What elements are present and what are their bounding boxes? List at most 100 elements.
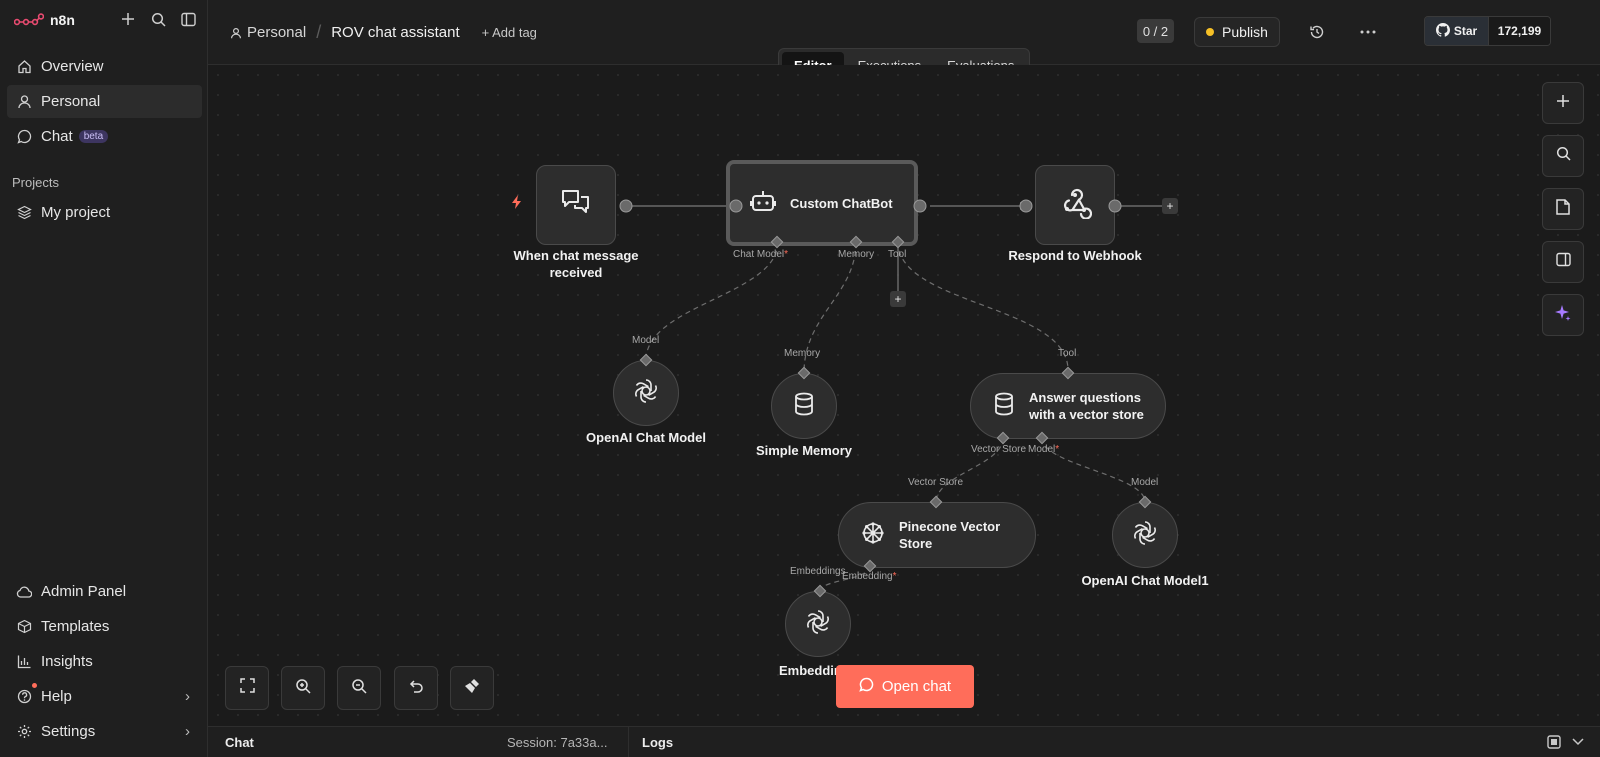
breadcrumb-owner[interactable]: Personal	[247, 24, 306, 41]
zoom-in-button[interactable]	[281, 666, 325, 710]
sidebar-item-label: Insights	[41, 653, 93, 670]
port-diamond	[891, 235, 905, 249]
chevron-right-icon: ›	[185, 688, 190, 705]
search-icon	[1556, 146, 1571, 166]
zoom-in-icon	[295, 678, 311, 699]
sticky-note-tool[interactable]	[1542, 188, 1584, 230]
more-options-icon[interactable]	[1358, 22, 1378, 42]
undo-button[interactable]	[394, 666, 438, 710]
open-chat-button[interactable]: Open chat	[836, 665, 974, 708]
status-dot	[1206, 28, 1215, 36]
port-diamond	[1138, 495, 1152, 509]
user-icon	[16, 94, 32, 110]
open-chat-label: Open chat	[881, 678, 952, 695]
sidebar-item-my-project[interactable]: My project	[7, 196, 202, 229]
popout-icon[interactable]	[1546, 734, 1562, 750]
box-icon	[16, 619, 32, 635]
output-handle	[913, 199, 927, 213]
user-icon	[230, 27, 242, 39]
sidebar-item-label: Templates	[41, 618, 110, 635]
search-icon[interactable]	[149, 10, 167, 28]
sidebar-item-insights[interactable]: Insights	[7, 645, 202, 678]
github-star-button[interactable]: Star 172,199	[1424, 16, 1551, 46]
history-icon[interactable]	[1307, 22, 1327, 42]
chevron-right-icon: ›	[185, 723, 190, 740]
sidebar-toggle-icon[interactable]	[179, 10, 197, 28]
chevron-down-icon[interactable]	[1570, 734, 1586, 750]
publish-button[interactable]: Publish	[1194, 17, 1280, 47]
session-id: Session: 7a33a...	[507, 735, 608, 750]
sidebar-item-label: Personal	[41, 93, 101, 110]
output-handle	[1108, 199, 1122, 213]
port-diamond	[929, 495, 943, 509]
github-star: Star	[1425, 17, 1488, 45]
home-icon	[16, 59, 32, 75]
projects-section-label: Projects	[12, 175, 59, 190]
n8n-logo-icon	[14, 13, 44, 26]
panel-divider	[628, 727, 629, 757]
workflow-name[interactable]: ROV chat assistant	[331, 24, 459, 41]
port-diamond	[1061, 366, 1075, 380]
ai-assistant-tool[interactable]	[1542, 294, 1584, 336]
fit-view-button[interactable]	[225, 666, 269, 710]
sidebar-item-label: Overview	[41, 58, 104, 75]
beta-badge: beta	[78, 130, 109, 143]
sidebar-item-help[interactable]: Help ›	[7, 680, 202, 713]
layers-icon	[16, 205, 32, 221]
sidebar-item-chat[interactable]: Chat beta	[7, 120, 202, 153]
breadcrumb: Personal / ROV chat assistant + Add tag	[230, 22, 537, 43]
sidebar-item-personal[interactable]: Personal	[7, 85, 202, 118]
bar-chart-icon	[16, 654, 32, 670]
github-star-count: 172,199	[1488, 17, 1550, 45]
panel-icon	[1555, 252, 1571, 272]
chat-icon	[859, 677, 874, 696]
add-tag-button[interactable]: + Add tag	[482, 25, 537, 40]
port-diamond	[797, 366, 811, 380]
sidebar: n8n Overview Personal Chat beta Projects…	[0, 0, 208, 757]
tidy-up-button[interactable]	[450, 666, 494, 710]
sidebar-item-label: Admin Panel	[41, 583, 127, 600]
sidebar-item-overview[interactable]: Overview	[7, 50, 202, 83]
port-diamond	[770, 235, 784, 249]
logo-actions	[119, 10, 197, 28]
port-handles-layer	[619, 199, 1152, 598]
version-counter[interactable]: 0 / 2	[1137, 19, 1174, 43]
undo-icon	[408, 679, 424, 698]
app-name: n8n	[50, 12, 75, 28]
sidebar-item-label: My project	[41, 204, 111, 221]
zoom-out-button[interactable]	[337, 666, 381, 710]
port-diamond	[849, 235, 863, 249]
workflow-canvas[interactable]: When chat message received Custom ChatBo…	[208, 65, 1600, 726]
fit-view-icon	[239, 678, 255, 698]
app-root: n8n Overview Personal Chat beta Projects…	[0, 0, 1600, 757]
search-nodes-tool[interactable]	[1542, 135, 1584, 177]
sidebar-item-settings[interactable]: Settings ›	[7, 715, 202, 748]
zoom-out-icon	[351, 678, 367, 699]
panel-toggle-tool[interactable]	[1542, 241, 1584, 283]
help-icon	[16, 689, 32, 705]
sidebar-item-templates[interactable]: Templates	[7, 610, 202, 643]
sidebar-item-admin-panel[interactable]: Admin Panel	[7, 575, 202, 608]
sidebar-item-label: Help	[41, 688, 72, 705]
bottom-panel: Chat Session: 7a33a... Logs	[208, 726, 1600, 757]
logo-row: n8n	[14, 10, 199, 30]
breadcrumb-separator: /	[316, 22, 322, 42]
publish-label: Publish	[1222, 24, 1268, 40]
chat-panel-tab[interactable]: Chat	[225, 735, 254, 750]
port-diamond	[639, 353, 653, 367]
broom-icon	[464, 678, 480, 699]
port-diamond	[1035, 431, 1049, 445]
port-diamond	[996, 431, 1010, 445]
sparkle-icon	[1554, 304, 1572, 327]
logs-panel-tab[interactable]: Logs	[642, 735, 673, 750]
gear-icon	[16, 724, 32, 740]
port-diamond	[813, 584, 827, 598]
notification-dot	[32, 683, 37, 688]
input-handle	[1019, 199, 1033, 213]
plus-icon[interactable]	[119, 10, 137, 28]
output-handle	[619, 199, 633, 213]
add-node-tool[interactable]	[1542, 82, 1584, 124]
chat-icon	[16, 129, 32, 145]
port-diamond	[863, 559, 877, 573]
sticky-note-icon	[1556, 198, 1570, 220]
